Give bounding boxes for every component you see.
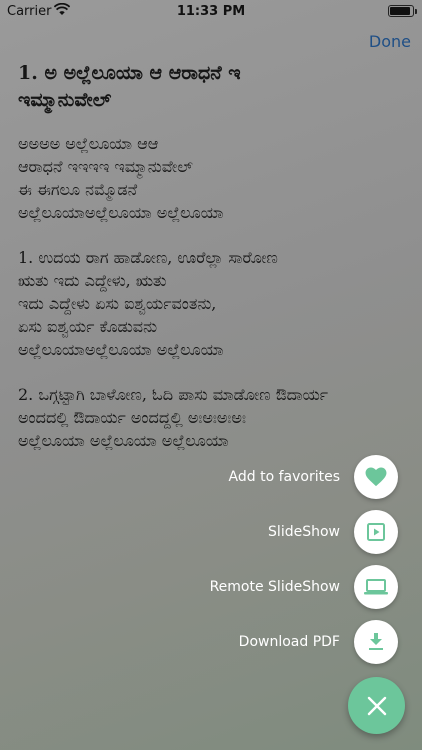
lyric-line: ಇದು ಎದ್ದೇಳು ಏಸು ಐಶ್ವರ್ಯವಂತನು, — [18, 294, 217, 313]
lyric-line: ಅಲ್ಲೆಲೂಯಾಅಲ್ಲೆಲೂಯಾ ಅಲ್ಲೆಲೂಯಾ — [18, 203, 224, 222]
remote-slideshow-button[interactable] — [354, 565, 398, 609]
play-icon — [367, 523, 385, 541]
close-menu-button[interactable] — [348, 677, 405, 734]
lyric-line: ಏಸು ಐಶ್ವರ್ಯ ಕೊಡುವನು — [18, 317, 158, 336]
slideshow-action[interactable]: SlideShow — [268, 510, 398, 554]
remote-slideshow-label: Remote SlideShow — [209, 579, 340, 595]
add-to-favorites-button[interactable] — [354, 455, 398, 499]
download-icon — [369, 633, 383, 650]
chorus-stanza: ಅಅಅಅ ಅಲ್ಲೆಲೂಯಾ ಆಆ ಆರಾಧನೆ ಇಇಇಇ ಇಮ್ಮಾನುವೇಲ… — [18, 132, 413, 224]
slideshow-button[interactable] — [354, 510, 398, 554]
clock: 11:33 PM — [176, 4, 246, 19]
verse-1-stanza: 1. ಉದಯ ರಾಗ ಹಾಡೋಣ, ಊರೆಲ್ಲಾ ಸಾರೋಣ ಋತು ಇದು … — [18, 246, 413, 361]
lyric-line: ಅಅಅಅ ಅಲ್ಲೆಲೂಯಾ ಆಆ — [18, 134, 159, 153]
favorites-action[interactable]: Add to favorites — [229, 455, 398, 499]
lyric-line: ಋತು ಇದು ಎದ್ದೇಳು, ಋತು — [18, 271, 167, 290]
lyric-line: ಈ ಈಗಲೂ ನಮ್ಮೊಡನೆ — [18, 180, 138, 199]
lyric-line: ಆರಾಧನೆ ಇಇಇಇ ಇಮ್ಮಾನುವೇಲ್ — [18, 157, 193, 176]
lyric-line: ಅಂದದಲ್ಲಿ ಔದಾರ್ಯ ಅಂದದ್ದಲ್ಲಿ ಅಃಅಃಅಃಅಃ — [18, 408, 246, 427]
lyric-line: 2. ಒಗ್ಗಟ್ಟಾಗಿ ಬಾಳೋಣ, ಓದಿ ಪಾಸು ಮಾಡೋಣ ಔದಾರ… — [18, 385, 329, 404]
done-button[interactable]: Done — [369, 32, 411, 51]
heart-icon — [365, 467, 387, 487]
laptop-icon — [364, 579, 388, 595]
download-pdf-button[interactable] — [354, 620, 398, 664]
song-title: 1. ಅ ಅಲ್ಲೆಲೂಯಾ ಆ ಆರಾಧನೆ ಇ ಇಮ್ಮಾನುವೇಲ್ — [18, 62, 241, 111]
lyric-line: 1. ಉದಯ ರಾಗ ಹಾಡೋಣ, ಊರೆಲ್ಲಾ ಸಾರೋಣ — [18, 248, 278, 267]
favorites-label: Add to favorites — [228, 469, 340, 485]
verse-2-stanza: 2. ಒಗ್ಗಟ್ಟಾಗಿ ಬಾಳೋಣ, ಓದಿ ಪಾಸು ಮಾಡೋಣ ಔದಾರ… — [18, 383, 413, 452]
lyric-line: ಅಲ್ಲೆಲೂಯಾ ಅಲ್ಲೆಲೂಯಾ ಅಲ್ಲೆಲೂಯಾ — [18, 431, 229, 450]
battery-icon — [388, 5, 417, 17]
lyric-line: ಅಲ್ಲೆಲೂಯಾಅಲ್ಲೆಲೂಯಾ ಅಲ್ಲೆಲೂಯಾ — [18, 340, 224, 359]
remote-slideshow-action[interactable]: Remote SlideShow — [210, 565, 398, 609]
status-bar: Carrier 11:33 PM — [0, 0, 422, 22]
download-pdf-action[interactable]: Download PDF — [239, 620, 398, 664]
slideshow-label: SlideShow — [268, 524, 340, 540]
lyrics: ಅಅಅಅ ಅಲ್ಲೆಲೂಯಾ ಆಆ ಆರಾಧನೆ ಇಇಇಇ ಇಮ್ಮಾನುವೇಲ… — [18, 132, 413, 474]
download-pdf-label: Download PDF — [238, 634, 340, 650]
close-icon — [367, 696, 386, 715]
